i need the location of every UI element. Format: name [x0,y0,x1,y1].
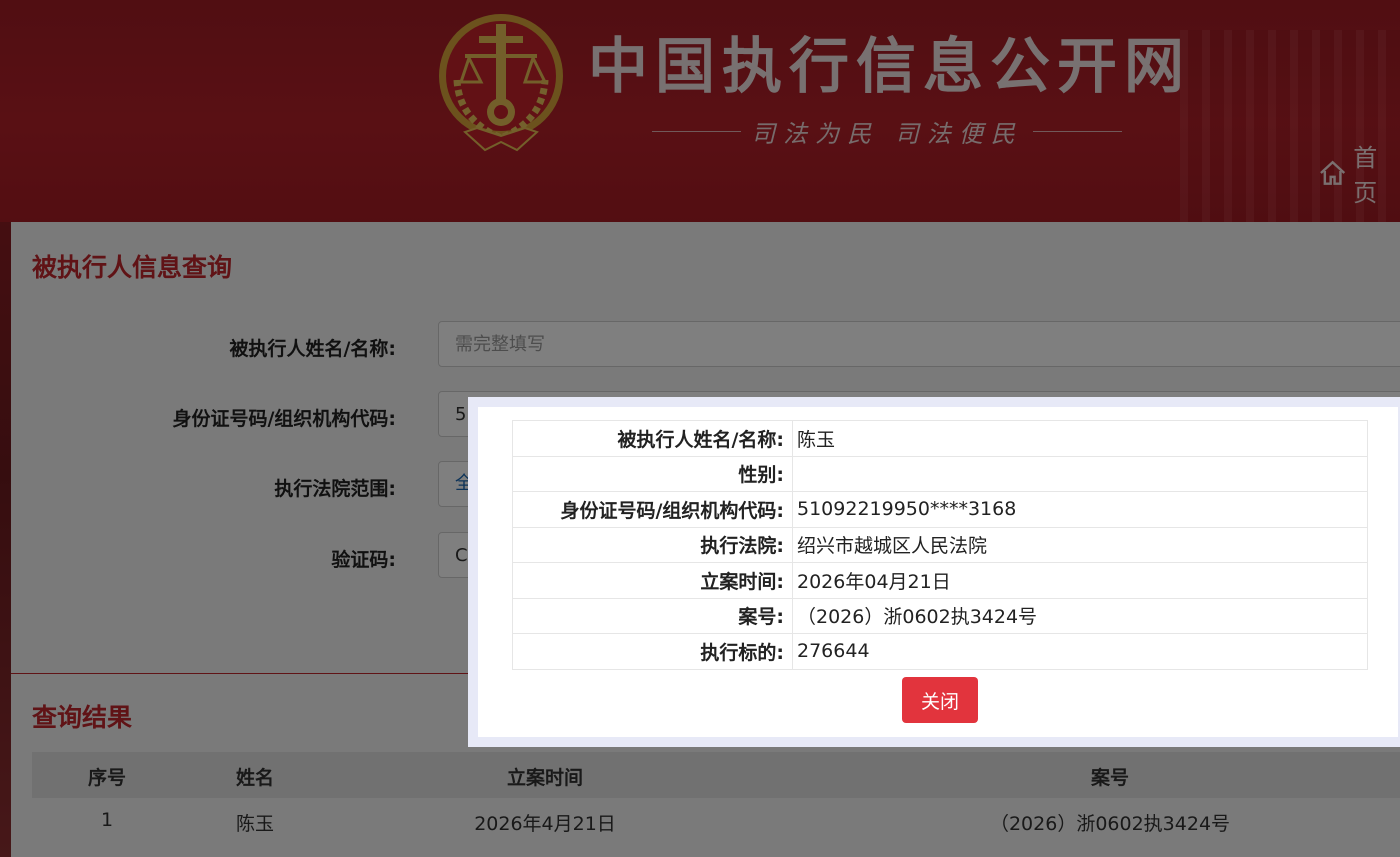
detail-label-date: 立案时间: [512,562,793,599]
detail-row: 被执行人姓名/名称: 陈玉 [512,420,1368,457]
detail-label-court: 执行法院: [512,526,793,563]
detail-label-amount: 执行标的: [512,633,793,670]
detail-value-date: 2026年04月21日 [792,562,1368,599]
detail-table: 被执行人姓名/名称: 陈玉 性别: 身份证号码/组织机构代码: 51092219… [512,420,1368,670]
detail-value-name: 陈玉 [792,420,1368,457]
detail-row: 执行法院: 绍兴市越城区人民法院 [512,526,1368,563]
detail-label-name: 被执行人姓名/名称: [512,420,793,457]
detail-row: 立案时间: 2026年04月21日 [512,562,1368,599]
detail-value-amount: 276644 [792,633,1368,670]
detail-label-case: 案号: [512,597,793,634]
detail-row: 案号: （2026）浙0602执3424号 [512,597,1368,634]
close-button[interactable]: 关闭 [902,677,978,723]
detail-row: 身份证号码/组织机构代码: 51092219950****3168 [512,491,1368,528]
detail-label-id: 身份证号码/组织机构代码: [512,491,793,528]
detail-row: 性别: [512,455,1368,492]
detail-label-gender: 性别: [512,455,793,492]
detail-value-case: （2026）浙0602执3424号 [792,597,1368,634]
detail-value-id: 51092219950****3168 [792,491,1368,528]
detail-value-gender [792,455,1368,492]
detail-value-court: 绍兴市越城区人民法院 [792,526,1368,563]
detail-modal: 被执行人姓名/名称: 陈玉 性别: 身份证号码/组织机构代码: 51092219… [468,397,1400,747]
detail-row: 执行标的: 276644 [512,633,1368,670]
